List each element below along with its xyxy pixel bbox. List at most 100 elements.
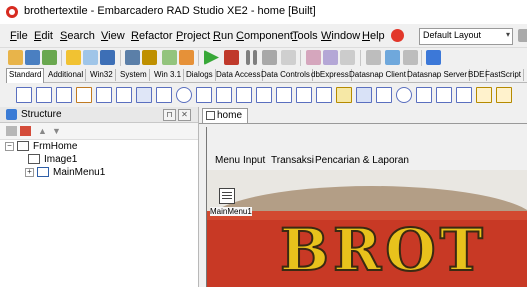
menu-tools[interactable]: Tools: [292, 30, 318, 42]
tgroupbox-icon[interactable]: [256, 87, 272, 103]
tedit-icon[interactable]: [96, 87, 112, 103]
tbutton-icon[interactable]: [136, 87, 152, 103]
main-toolbar: [0, 47, 527, 68]
stop-icon[interactable]: [281, 50, 296, 65]
layout-select[interactable]: Default Layout ▾: [419, 28, 513, 45]
tradiobutton-icon[interactable]: [176, 87, 192, 103]
menu-edit[interactable]: Edit: [34, 30, 53, 42]
new-form-icon[interactable]: [179, 50, 194, 65]
tstatictext-icon[interactable]: [456, 87, 472, 103]
collapse-all-icon[interactable]: [6, 126, 17, 136]
close-icon[interactable]: ✕: [178, 109, 191, 121]
tcontrolbar-icon[interactable]: [476, 87, 492, 103]
tree-node-mainmenu1[interactable]: + MainMenu1: [0, 166, 198, 179]
form-menu-item[interactable]: Menu: [215, 155, 240, 166]
save-icon[interactable]: [100, 50, 115, 65]
collapse-toggle[interactable]: −: [5, 142, 14, 151]
pause-icon-bar[interactable]: [253, 50, 257, 65]
image1[interactable]: BROT: [207, 170, 527, 287]
form-menu-item[interactable]: Input: [243, 155, 265, 166]
tcheckbox-icon[interactable]: [156, 87, 172, 103]
expand-toggle[interactable]: +: [25, 168, 34, 177]
tframes-icon[interactable]: [16, 87, 32, 103]
forward-icon[interactable]: [385, 50, 400, 65]
tab-additional[interactable]: Additional: [46, 69, 87, 81]
new-items-icon[interactable]: [8, 50, 23, 65]
tab-datasnap-server[interactable]: Datasnap Server: [405, 69, 471, 81]
open-icon[interactable]: [66, 50, 81, 65]
tpanel-icon[interactable]: [296, 87, 312, 103]
program-reset-icon[interactable]: [262, 50, 277, 65]
arrow-up-icon[interactable]: ▲: [38, 126, 48, 136]
run-without-debug-icon[interactable]: [224, 50, 239, 65]
tchart-icon[interactable]: [336, 87, 352, 103]
menu-search[interactable]: Search: [60, 30, 95, 42]
tapplicationevents-icon[interactable]: [496, 87, 512, 103]
tscrollbar-icon[interactable]: [236, 87, 252, 103]
tab-win32[interactable]: Win32: [88, 69, 116, 81]
tcombobox-icon[interactable]: [216, 87, 232, 103]
menu-refactor[interactable]: Refactor: [131, 30, 173, 42]
tlistbox-icon[interactable]: [196, 87, 212, 103]
tree-node-label: Image1: [44, 154, 78, 165]
tab-win31[interactable]: Win 3.1: [152, 69, 185, 81]
tree-node-image1[interactable]: Image1: [0, 153, 198, 166]
help-icon[interactable]: [391, 29, 404, 42]
form-designer[interactable]: Menu Input Transaksi Pencarian & Laporan…: [206, 127, 527, 287]
tab-data-controls[interactable]: Data Controls: [259, 69, 313, 81]
tab-standard[interactable]: Standard: [6, 68, 45, 83]
tscrollbox-icon[interactable]: [436, 87, 452, 103]
run-icon[interactable]: [204, 50, 219, 65]
palette-tabs: Standard Additional Win32 System Win 3.1…: [6, 68, 527, 83]
help-contents-icon[interactable]: [426, 50, 441, 65]
menu-run[interactable]: Run: [213, 30, 233, 42]
delphi-app-icon: [6, 6, 18, 18]
form-menu-item[interactable]: Transaksi: [271, 155, 314, 166]
menu-component[interactable]: Component: [236, 30, 293, 42]
tab-data-access[interactable]: Data Access: [214, 69, 264, 81]
tsplitter-icon[interactable]: [376, 87, 392, 103]
form-menu-item[interactable]: Pencarian & Laporan: [315, 155, 409, 166]
step-over-icon[interactable]: [323, 50, 338, 65]
pause-icon[interactable]: [246, 50, 250, 65]
tree-node-label: MainMenu1: [53, 167, 106, 178]
menu-file[interactable]: File: [10, 30, 28, 42]
tab-dbexpress[interactable]: dbExpress: [309, 69, 352, 81]
tmemo-icon[interactable]: [116, 87, 132, 103]
tab-divider: [199, 123, 527, 124]
menu-view[interactable]: View: [101, 30, 125, 42]
tab-dialogs[interactable]: Dialogs: [184, 69, 216, 81]
delete-icon[interactable]: [20, 126, 31, 136]
pin-icon[interactable]: ⊓: [163, 109, 176, 121]
tab-system[interactable]: System: [118, 69, 150, 81]
save-all-icon[interactable]: [42, 50, 57, 65]
timage-icon[interactable]: [356, 87, 372, 103]
open-project-icon[interactable]: [25, 50, 40, 65]
menu-project[interactable]: Project: [176, 30, 210, 42]
tshape-icon[interactable]: [396, 87, 412, 103]
tlabel-icon[interactable]: [76, 87, 92, 103]
tree-node-frmhome[interactable]: − FrmHome: [0, 140, 198, 153]
view-unit-icon[interactable]: [125, 50, 140, 65]
mainmenu-component-icon[interactable]: [219, 188, 235, 204]
menu-help[interactable]: Help: [362, 30, 385, 42]
form-icon: [17, 141, 29, 151]
dropdown-icon[interactable]: [403, 50, 418, 65]
toggle-form-icon[interactable]: [162, 50, 177, 65]
back-icon[interactable]: [366, 50, 381, 65]
trace-into-icon[interactable]: [306, 50, 321, 65]
tab-home[interactable]: home: [202, 108, 248, 123]
menu-window[interactable]: Window: [321, 30, 360, 42]
arrow-down-icon[interactable]: ▼: [52, 126, 62, 136]
run-to-cursor-icon[interactable]: [340, 50, 355, 65]
tmainmenu-icon[interactable]: [36, 87, 52, 103]
tab-datasnap-client[interactable]: Datasnap Client: [347, 69, 409, 81]
tactionlist-icon[interactable]: [316, 87, 332, 103]
tbevel-icon[interactable]: [416, 87, 432, 103]
view-form-icon[interactable]: [142, 50, 157, 65]
tpopupmenu-icon[interactable]: [56, 87, 72, 103]
tradiogroup-icon[interactable]: [276, 87, 292, 103]
save-layout-icon[interactable]: [518, 29, 527, 42]
tab-fastscript[interactable]: FastScript: [483, 69, 525, 81]
reopen-icon[interactable]: [83, 50, 98, 65]
